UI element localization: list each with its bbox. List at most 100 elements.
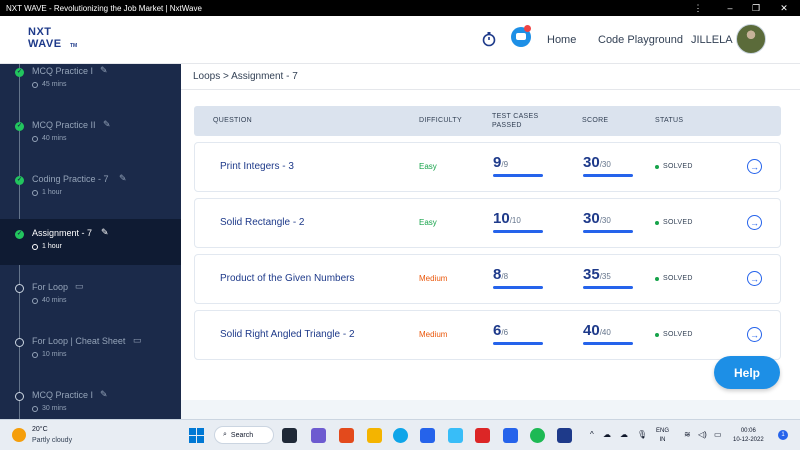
sidebar-item-mcq-practice-i[interactable]: MCQ Practice I ✎ 45 mins xyxy=(0,65,181,112)
weather-temperature[interactable]: 20°C xyxy=(32,426,48,433)
taskbar-search[interactable]: ⌕ Search xyxy=(214,426,274,444)
maximize-button[interactable]: ❐ xyxy=(744,0,768,16)
pending-circle-icon xyxy=(15,392,24,401)
edit-icon: ✎ xyxy=(100,389,108,399)
completed-check-icon xyxy=(15,122,24,131)
minimize-button[interactable]: – xyxy=(718,0,742,16)
avatar[interactable] xyxy=(736,24,766,54)
mcafee-icon[interactable] xyxy=(475,428,490,443)
question-title[interactable]: Solid Rectangle - 2 xyxy=(220,217,305,228)
duration: 30 mins xyxy=(32,405,67,412)
nxtwave-logo[interactable]: NXT WAVE TM xyxy=(28,25,80,55)
window-title: NXT WAVE - Revolutionizing the Job Marke… xyxy=(6,3,202,13)
test-cases-progress-bar xyxy=(493,342,543,345)
test-cases-passed: 10/10 xyxy=(493,210,545,233)
nav-code-playground-link[interactable]: Code Playground xyxy=(598,34,683,46)
arrow-right-circle-icon[interactable]: → xyxy=(747,159,762,174)
score: 35/35 xyxy=(583,266,635,289)
arrow-right-circle-icon[interactable]: → xyxy=(747,327,762,342)
clock-icon xyxy=(32,351,38,358)
difficulty-label: Easy xyxy=(419,218,437,227)
task-view-icon[interactable] xyxy=(282,428,297,443)
table-row[interactable]: Print Integers - 3 Easy 9/9 30/30 SOLVED… xyxy=(194,142,781,192)
question-title[interactable]: Product of the Given Numbers xyxy=(220,273,355,284)
sidebar-item-assignment-7[interactable]: Assignment - 7 ✎ 1 hour xyxy=(0,219,181,265)
clock-date[interactable]: 00:06 10-12-2022 xyxy=(733,427,764,445)
clock-icon xyxy=(32,297,38,304)
office-icon[interactable] xyxy=(339,428,354,443)
weather-icon[interactable] xyxy=(12,428,26,442)
teams-icon[interactable] xyxy=(311,428,326,443)
edit-icon: ✎ xyxy=(100,65,108,75)
duration: 40 mins xyxy=(32,297,67,304)
score-progress-bar xyxy=(583,174,633,177)
arrow-right-circle-icon[interactable]: → xyxy=(747,271,762,286)
breadcrumb[interactable]: Loops > Assignment - 7 xyxy=(193,71,298,82)
duration: 40 mins xyxy=(32,135,67,142)
score-progress-bar xyxy=(583,286,633,289)
volume-icon[interactable]: ◁) xyxy=(698,430,707,439)
pending-circle-icon xyxy=(15,284,24,293)
header-status: STATUS xyxy=(655,117,684,124)
lingo-app-icon[interactable] xyxy=(448,428,463,443)
test-cases-passed: 9/9 xyxy=(493,154,545,177)
table-row[interactable]: Solid Right Angled Triangle - 2 Medium 6… xyxy=(194,310,781,360)
clock-icon xyxy=(32,405,38,412)
notification-count-badge[interactable]: 1 xyxy=(778,430,788,440)
question-title[interactable]: Solid Right Angled Triangle - 2 xyxy=(220,329,355,340)
duration: 1 hour xyxy=(32,243,62,250)
window-menu-button[interactable]: ⋮ xyxy=(686,0,710,16)
score: 40/40 xyxy=(583,322,635,345)
sidebar-item-mcq-practice-i-2[interactable]: MCQ Practice I ✎ 30 mins xyxy=(0,389,181,419)
chevron-up-icon[interactable]: ^ xyxy=(590,430,594,439)
table-row[interactable]: Product of the Given Numbers Medium 8/8 … xyxy=(194,254,781,304)
help-button[interactable]: Help xyxy=(714,356,780,389)
sidebar-item-for-loop[interactable]: For Loop ▭ 40 mins xyxy=(0,281,181,328)
sidebar-item-for-loop-cheat-sheet[interactable]: For Loop | Cheat Sheet ▭ 10 mins xyxy=(0,335,181,382)
questions-panel: QUESTION DIFFICULTY TEST CASES PASSED SC… xyxy=(181,90,800,400)
main-content: Loops > Assignment - 7 QUESTION DIFFICUL… xyxy=(181,64,800,419)
store-icon[interactable] xyxy=(420,428,435,443)
arrow-right-circle-icon[interactable]: → xyxy=(747,215,762,230)
score-progress-bar xyxy=(583,230,633,233)
weather-description[interactable]: Partly cloudy xyxy=(32,437,72,444)
header-test-cases: TEST CASES PASSED xyxy=(492,113,539,129)
difficulty-label: Easy xyxy=(419,162,437,171)
score-progress-bar xyxy=(583,342,633,345)
stopwatch-icon[interactable] xyxy=(481,31,497,47)
battery-icon[interactable]: ▭ xyxy=(714,430,722,439)
windows-start-icon[interactable] xyxy=(189,428,204,443)
header-difficulty: DIFFICULTY xyxy=(419,117,462,124)
breadcrumb-bar: Loops > Assignment - 7 xyxy=(181,64,800,90)
question-title[interactable]: Print Integers - 3 xyxy=(220,161,294,172)
status-badge: SOLVED xyxy=(655,163,693,170)
status-dot-icon xyxy=(655,220,659,225)
spotify-icon[interactable] xyxy=(530,428,545,443)
edge-icon[interactable] xyxy=(393,428,408,443)
microphone-icon[interactable]: 🎙 xyxy=(637,430,647,439)
wifi-icon[interactable]: ≋ xyxy=(684,430,691,439)
duration: 10 mins xyxy=(32,351,67,358)
table-header: QUESTION DIFFICULTY TEST CASES PASSED SC… xyxy=(194,106,781,136)
onedrive-icon[interactable]: ☁ xyxy=(620,430,628,439)
status-badge: SOLVED xyxy=(655,331,693,338)
cloud-icon[interactable]: ☁ xyxy=(603,430,611,439)
username-label[interactable]: JILLELA xyxy=(691,34,733,46)
completed-check-icon xyxy=(15,230,24,239)
app-icon[interactable] xyxy=(503,428,518,443)
close-button[interactable]: ✕ xyxy=(772,0,796,16)
chat-icon[interactable] xyxy=(511,25,531,47)
nxtwave-app-icon[interactable] xyxy=(557,428,572,443)
language-indicator[interactable]: ENG IN xyxy=(656,427,669,445)
windows-taskbar: 20°C Partly cloudy ⌕ Search ^ ☁ ☁ 🎙 ENG I… xyxy=(0,419,800,450)
book-icon: ▭ xyxy=(75,281,84,291)
score: 30/30 xyxy=(583,210,635,233)
table-row[interactable]: Solid Rectangle - 2 Easy 10/10 30/30 SOL… xyxy=(194,198,781,248)
clock-icon xyxy=(32,135,38,142)
sidebar-item-mcq-practice-ii[interactable]: MCQ Practice II ✎ 40 mins xyxy=(0,119,181,166)
sidebar-item-coding-practice-7[interactable]: Coding Practice - 7 ✎ 1 hour xyxy=(0,173,181,220)
test-cases-passed: 6/6 xyxy=(493,322,545,345)
nav-home-link[interactable]: Home xyxy=(547,34,576,46)
header-score: SCORE xyxy=(582,117,609,124)
file-explorer-icon[interactable] xyxy=(367,428,382,443)
